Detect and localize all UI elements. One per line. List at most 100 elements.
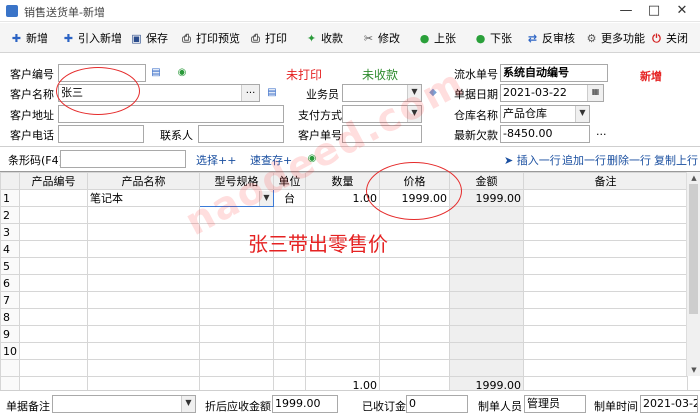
close-icon: ⏻ [652, 31, 661, 45]
cell-price[interactable]: 1999.00 [379, 189, 450, 207]
delete-row-link[interactable]: 删除一行 [607, 152, 651, 168]
import-icon: ✚ [63, 31, 74, 45]
customer-lookup-icon[interactable]: ▤ [266, 87, 278, 99]
table-row[interactable]: 8 [0, 308, 688, 326]
stock-plus-link[interactable]: 速查存+ [250, 152, 292, 168]
payment-method-select[interactable]: ▼ [342, 105, 422, 123]
scroll-up-icon[interactable]: ▲ [687, 172, 700, 184]
table-row[interactable]: 6 [0, 274, 688, 292]
print-preview-icon: ⎙ [182, 31, 191, 45]
customer-order-input[interactable] [342, 125, 422, 143]
row-number: 7 [0, 291, 20, 309]
table-row[interactable]: 5 [0, 257, 688, 275]
date-label: 单据日期 [454, 88, 498, 101]
toolbar-print-preview-button[interactable]: ⎙ 打印预览 [180, 28, 240, 48]
cell-unit[interactable]: 台 [273, 189, 306, 207]
toolbar-more-button[interactable]: ⚙ 更多功能 [585, 28, 645, 48]
chevron-down-icon[interactable]: ▼ [407, 106, 421, 122]
receivable-label: 折后应收金额 [205, 400, 271, 413]
previous-icon: ● [419, 31, 430, 45]
customer-address-label: 客户地址 [10, 109, 54, 122]
cell-quantity[interactable]: 1.00 [305, 189, 380, 207]
customer-name-input[interactable]: 张三 ... [58, 84, 260, 102]
column-header-product-code[interactable]: 产品编号 [19, 172, 88, 190]
select-plus-link[interactable]: 选择++ [196, 152, 236, 168]
row-number: 6 [0, 274, 20, 292]
warehouse-label: 仓库名称 [454, 109, 498, 122]
maximize-icon[interactable]: □ [640, 2, 668, 20]
chevron-down-icon[interactable]: ▼ [259, 190, 273, 206]
table-row[interactable]: 1 笔记本 ▼ 台 1.00 1999.00 1999.00 [0, 189, 688, 207]
close-window-icon[interactable]: ✕ [668, 2, 696, 20]
more-icon: ⚙ [586, 31, 597, 45]
chevron-down-icon[interactable]: ▼ [575, 106, 589, 122]
clear-icon[interactable]: ◆ [427, 87, 439, 99]
row-number: 5 [0, 257, 20, 275]
latest-debt-input[interactable]: -8450.00 [500, 125, 590, 143]
search-icon[interactable]: ▤ [150, 67, 162, 79]
customer-code-input[interactable] [58, 64, 146, 82]
table-row[interactable]: 7 [0, 291, 688, 309]
toolbar-next-button[interactable]: ● 下张 [474, 28, 512, 48]
latest-debt-dots-button[interactable]: ... [596, 125, 607, 138]
toolbar-unaudit-button[interactable]: ⇄ 反审核 [526, 28, 575, 48]
chevron-down-icon[interactable]: ▼ [181, 396, 195, 412]
scroll-down-icon[interactable]: ▼ [687, 364, 700, 376]
vertical-scrollbar[interactable]: ▲ ▼ [686, 172, 700, 376]
toolbar-payment-button[interactable]: ✦ 收款 [305, 28, 343, 48]
latest-debt-label: 最新欠款 [454, 129, 498, 142]
receivable-input[interactable]: 1999.00 [272, 395, 338, 413]
column-header-unit[interactable]: 单位 [273, 172, 306, 190]
row-number: 10 [0, 342, 20, 360]
cell-product-code[interactable] [19, 189, 88, 207]
scrollbar-thumb[interactable] [689, 184, 698, 314]
toolbar-import-add-button[interactable]: ✚ 引入新增 [62, 28, 122, 48]
table-row[interactable]: 10 [0, 342, 688, 360]
serial-label: 流水单号 [454, 68, 498, 81]
customer-phone-label: 客户电话 [10, 129, 54, 142]
toolbar-close-button[interactable]: ⏻ 关闭 [650, 28, 688, 48]
date-picker[interactable]: 2021-03-22 ▦ [500, 84, 604, 102]
customer-name-dots-button[interactable]: ... [241, 85, 259, 101]
column-header-price[interactable]: 价格 [379, 172, 450, 190]
cell-product-name[interactable]: 笔记本 [87, 189, 200, 207]
barcode-row: 条形码(F4) 选择++ 速查存+ ◉ ➤ 插入一行 追加一行 删除一行 复制上… [0, 146, 700, 170]
toolbar-print-button[interactable]: ⎙ 打印 [249, 28, 287, 48]
customer-phone-input[interactable] [58, 125, 144, 143]
remark-select[interactable]: ▼ [52, 395, 196, 413]
table-row[interactable]: 2 [0, 206, 688, 224]
toolbar-add-button[interactable]: ✚ 新增 [10, 28, 48, 48]
chevron-down-icon[interactable]: ▼ [407, 85, 421, 101]
toolbar-save-button[interactable]: ▣ 保存 [130, 28, 168, 48]
column-header-amount[interactable]: 金额 [449, 172, 524, 190]
salesman-select[interactable]: ▼ [342, 84, 422, 102]
create-time-input[interactable]: 2021-03-22 [640, 395, 698, 413]
cell-note[interactable] [523, 189, 688, 207]
toolbar-edit-button[interactable]: ✂ 修改 [362, 28, 400, 48]
refresh-icon[interactable]: ◉ [176, 67, 188, 79]
copy-row-link[interactable]: 复制上行 [654, 152, 698, 168]
print-icon: ⎙ [251, 31, 260, 45]
column-header-spec[interactable]: 型号规格 [199, 172, 274, 190]
form-area: 客户编号 ▤ ◉ 客户名称 张三 ... ▤ 客户地址 客户电话 联系人 未打印… [0, 54, 700, 144]
contact-input[interactable] [198, 125, 284, 143]
toolbar-previous-button[interactable]: ● 上张 [418, 28, 456, 48]
cell-spec[interactable]: ▼ [199, 189, 274, 207]
globe-icon[interactable]: ◉ [306, 153, 318, 165]
column-header-quantity[interactable]: 数量 [305, 172, 380, 190]
column-header-note[interactable]: 备注 [523, 172, 688, 190]
customer-address-input[interactable] [58, 105, 284, 123]
append-row-link[interactable]: 追加一行 [562, 152, 606, 168]
insert-row-link[interactable]: ➤ 插入一行 [504, 152, 561, 168]
creator-input[interactable]: 管理员 [524, 395, 586, 413]
calendar-icon[interactable]: ▦ [587, 85, 603, 101]
column-header-product-name[interactable]: 产品名称 [87, 172, 200, 190]
payment-status: 未收款 [362, 68, 399, 82]
table-row[interactable]: 9 [0, 325, 688, 343]
minimize-icon[interactable]: — [612, 2, 640, 20]
unaudit-icon: ⇄ [527, 31, 538, 45]
warehouse-select[interactable]: 产品仓库 ▼ [500, 105, 590, 123]
barcode-input[interactable] [60, 150, 186, 168]
serial-input[interactable]: 系统自动编号 [500, 64, 608, 82]
received-deposit-input[interactable]: 0 [406, 395, 468, 413]
